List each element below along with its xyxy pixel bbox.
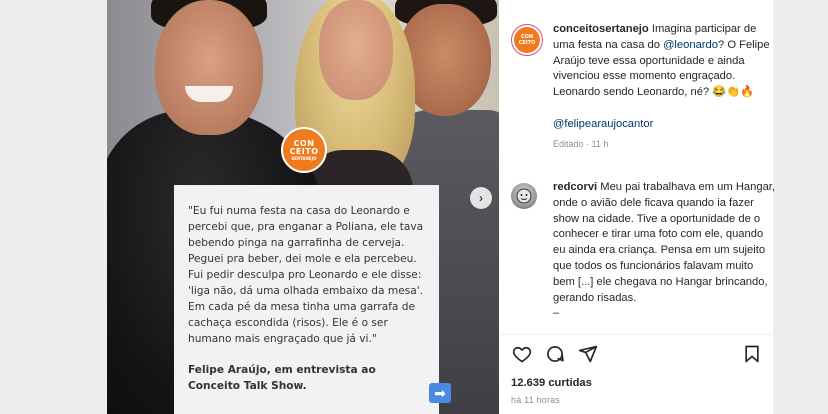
caption-tag-link[interactable]: @felipearaujocantor bbox=[553, 117, 775, 133]
speech-bubble-icon bbox=[547, 346, 564, 362]
caption-edited-timestamp: Editado · 11 h bbox=[553, 138, 609, 149]
actions-divider bbox=[499, 334, 773, 335]
photo-person-middle-face bbox=[319, 0, 393, 100]
comment-button[interactable] bbox=[544, 343, 566, 365]
comment-body: redcorvi Meu pai trabalhava em um Hangar… bbox=[553, 180, 775, 322]
logo-line-2: CEITO bbox=[289, 146, 319, 156]
paper-plane-icon bbox=[578, 345, 598, 363]
like-button[interactable] bbox=[511, 343, 533, 365]
caption-username[interactable]: conceitosertanejo bbox=[553, 23, 649, 35]
account-avatar[interactable]: CON CEITO bbox=[511, 24, 543, 56]
heart-icon bbox=[512, 346, 532, 363]
commenter-avatar[interactable] bbox=[511, 183, 537, 209]
post-caption: conceitosertanejo Imagina participar de … bbox=[553, 22, 775, 153]
post-image[interactable]: CON CEITO SERTANEJO "Eu fui numa festa n… bbox=[107, 0, 499, 414]
share-button[interactable] bbox=[577, 343, 599, 365]
comment-trail: – bbox=[553, 307, 560, 320]
page-gutter-left bbox=[0, 0, 107, 414]
comment-username[interactable]: redcorvi bbox=[553, 181, 597, 193]
quote-card: "Eu fui numa festa na casa do Leonardo e… bbox=[174, 185, 439, 414]
page-gutter-right bbox=[773, 0, 828, 414]
arrow-right-icon: ➡ bbox=[429, 383, 451, 403]
caption-mention-link[interactable]: @leonardo bbox=[663, 39, 718, 51]
conceito-sertanejo-logo: CON CEITO SERTANEJO bbox=[281, 127, 327, 173]
face-icon bbox=[516, 188, 532, 204]
quote-author: Felipe Araújo, em entrevista ao Conceito… bbox=[188, 364, 376, 392]
quote-text: "Eu fui numa festa na casa do Leonardo e… bbox=[188, 205, 424, 345]
comment-text: Meu pai trabalhava em um Hangar, onde o … bbox=[553, 181, 776, 304]
photo-person-left-face bbox=[155, 0, 263, 135]
logo-line-3: SERTANEJO bbox=[291, 155, 317, 161]
save-button[interactable] bbox=[741, 343, 763, 365]
action-bar bbox=[511, 343, 763, 365]
carousel-next-button[interactable]: › bbox=[470, 187, 492, 209]
likes-count[interactable]: 12.639 curtidas bbox=[511, 377, 592, 389]
chevron-right-icon: › bbox=[479, 191, 483, 205]
account-avatar-logo: CON CEITO bbox=[514, 27, 540, 53]
bookmark-icon bbox=[745, 345, 759, 363]
